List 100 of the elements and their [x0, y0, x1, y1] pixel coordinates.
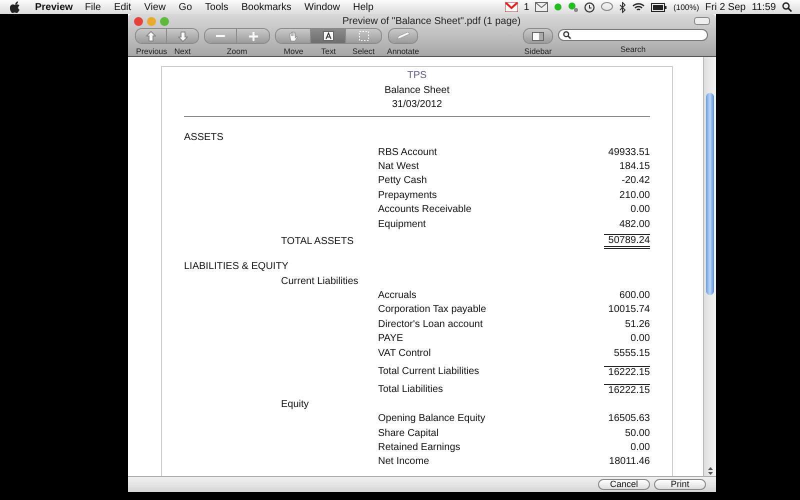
menu-item[interactable]: Window: [304, 2, 340, 12]
amount: 482.00: [618, 218, 650, 230]
amount: 51.26: [624, 318, 650, 330]
menu-bar-date[interactable]: Fri 2 Sep: [705, 2, 746, 12]
menu-item[interactable]: Go: [178, 2, 192, 12]
report-title: Balance Sheet: [384, 84, 450, 98]
account-label: Opening Balance Equity: [377, 413, 486, 424]
zoom-out-button[interactable]: [205, 29, 237, 43]
print-button[interactable]: Print: [654, 479, 706, 490]
amount: 0.00: [630, 333, 650, 344]
account-label: PAYE: [377, 333, 404, 344]
toolbar-label: Move: [282, 47, 304, 56]
close-button[interactable]: [134, 16, 143, 26]
amount: 5555.15: [612, 348, 650, 359]
account-label: Accounts Receivable: [377, 204, 472, 216]
wifi-icon[interactable]: [632, 2, 646, 12]
previous-button[interactable]: [136, 29, 167, 43]
amount: 16222.15: [604, 366, 650, 378]
page-navigation-control[interactable]: [135, 28, 199, 44]
zoom-control[interactable]: [204, 28, 270, 44]
tool-button[interactable]: [311, 29, 346, 43]
app-menu[interactable]: Preview: [35, 2, 73, 12]
menu-item[interactable]: Help: [352, 2, 374, 12]
account-label: Equipment: [377, 218, 427, 230]
toolbar-label: Search: [620, 45, 646, 54]
toolbar-label: Zoom: [226, 47, 248, 56]
text-cursor-icon: [322, 31, 334, 41]
mail-count: 1: [524, 2, 530, 12]
toolbar-label: Next: [173, 47, 192, 56]
toolbar-label: Sidebar: [524, 47, 552, 56]
amount: 16505.63: [607, 413, 650, 424]
toolbar-label: Text: [320, 47, 337, 56]
account-label: Total Current Liabilities: [377, 366, 480, 378]
zoom-in-button[interactable]: [237, 29, 269, 43]
gmail-icon[interactable]: [504, 2, 518, 12]
account-label: Total Liabilities: [377, 384, 444, 396]
menu-item[interactable]: Bookmarks: [241, 2, 292, 12]
account-label: Net Income: [377, 456, 430, 468]
account-label: Director's Loan account: [377, 318, 484, 330]
account-label: RBS Account: [377, 146, 438, 158]
toolbar-toggle-button[interactable]: [694, 17, 710, 25]
amount: 18011.46: [608, 456, 650, 468]
amount: 16222.15: [604, 384, 650, 396]
toolbar-label: Previous: [136, 47, 167, 56]
account-label: TOTAL ASSETS: [280, 236, 355, 247]
menu-bar-clock[interactable]: 11:59: [752, 2, 776, 12]
account-label: Equity: [280, 398, 310, 410]
clock-icon[interactable]: [584, 2, 596, 12]
apple-logo-icon[interactable]: [10, 1, 21, 13]
toolbar-label: Annotate: [387, 47, 420, 56]
zoom-window-button[interactable]: [160, 16, 169, 26]
amount: 10015.74: [607, 304, 650, 316]
search-icon[interactable]: [782, 2, 792, 12]
menu-item[interactable]: Edit: [114, 2, 132, 12]
amount: 210.00: [618, 190, 650, 201]
next-button[interactable]: [167, 29, 198, 43]
menu-item[interactable]: File: [84, 2, 101, 12]
account-label: Prepayments: [377, 190, 438, 201]
envelope-icon[interactable]: [535, 2, 548, 12]
status-dot-icon[interactable]: [554, 3, 562, 11]
bluetooth-icon[interactable]: [619, 2, 626, 12]
amount: -20.42: [620, 175, 650, 186]
scroll-thumb[interactable]: [706, 93, 714, 295]
window-title: Preview of "Balance Sheet".pdf (1 page): [341, 16, 522, 26]
account-label: Accruals: [377, 290, 418, 302]
amount: 49933.51: [607, 146, 650, 158]
amount: 50.00: [624, 428, 650, 439]
search-icon: [563, 31, 571, 39]
amount: 50789.24: [604, 234, 650, 249]
minus-icon: [216, 35, 225, 37]
account-label: VAT Control: [377, 348, 432, 359]
plus-icon: [248, 32, 258, 40]
toolbar-label: Select: [351, 47, 376, 56]
amount: 0.00: [630, 442, 650, 453]
status-dot-icon[interactable]: [568, 2, 578, 12]
tool-mode-control[interactable]: [275, 28, 382, 44]
selection-icon: [358, 31, 368, 41]
pencil-icon: [396, 32, 410, 40]
vertical-scrollbar[interactable]: [703, 57, 716, 476]
account-label: Petty Cash: [377, 175, 428, 186]
search-field[interactable]: [558, 29, 708, 41]
battery-percentage: (100%): [673, 2, 700, 12]
amount: 600.00: [618, 290, 650, 302]
up-arrow-icon: [146, 30, 156, 42]
hand-icon: [288, 30, 298, 42]
amount: 0.00: [630, 204, 650, 216]
account-label: Nat West: [377, 160, 420, 172]
account-label: LIABILITIES & EQUITY: [184, 261, 290, 272]
speech-bubble-icon[interactable]: [601, 2, 614, 12]
battery-icon[interactable]: [651, 2, 668, 12]
amount: 184.15: [618, 160, 650, 172]
company-name: TPS: [407, 69, 427, 83]
menu-item[interactable]: View: [144, 2, 166, 12]
menu-item[interactable]: Tools: [205, 2, 228, 12]
account-label: ASSETS: [184, 132, 224, 144]
account-label: Current Liabilities: [280, 276, 360, 287]
sidebar-icon: [532, 32, 544, 40]
cancel-button[interactable]: Cancel: [598, 479, 650, 490]
account-label: Share Capital: [377, 428, 440, 439]
down-arrow-icon: [178, 30, 188, 42]
